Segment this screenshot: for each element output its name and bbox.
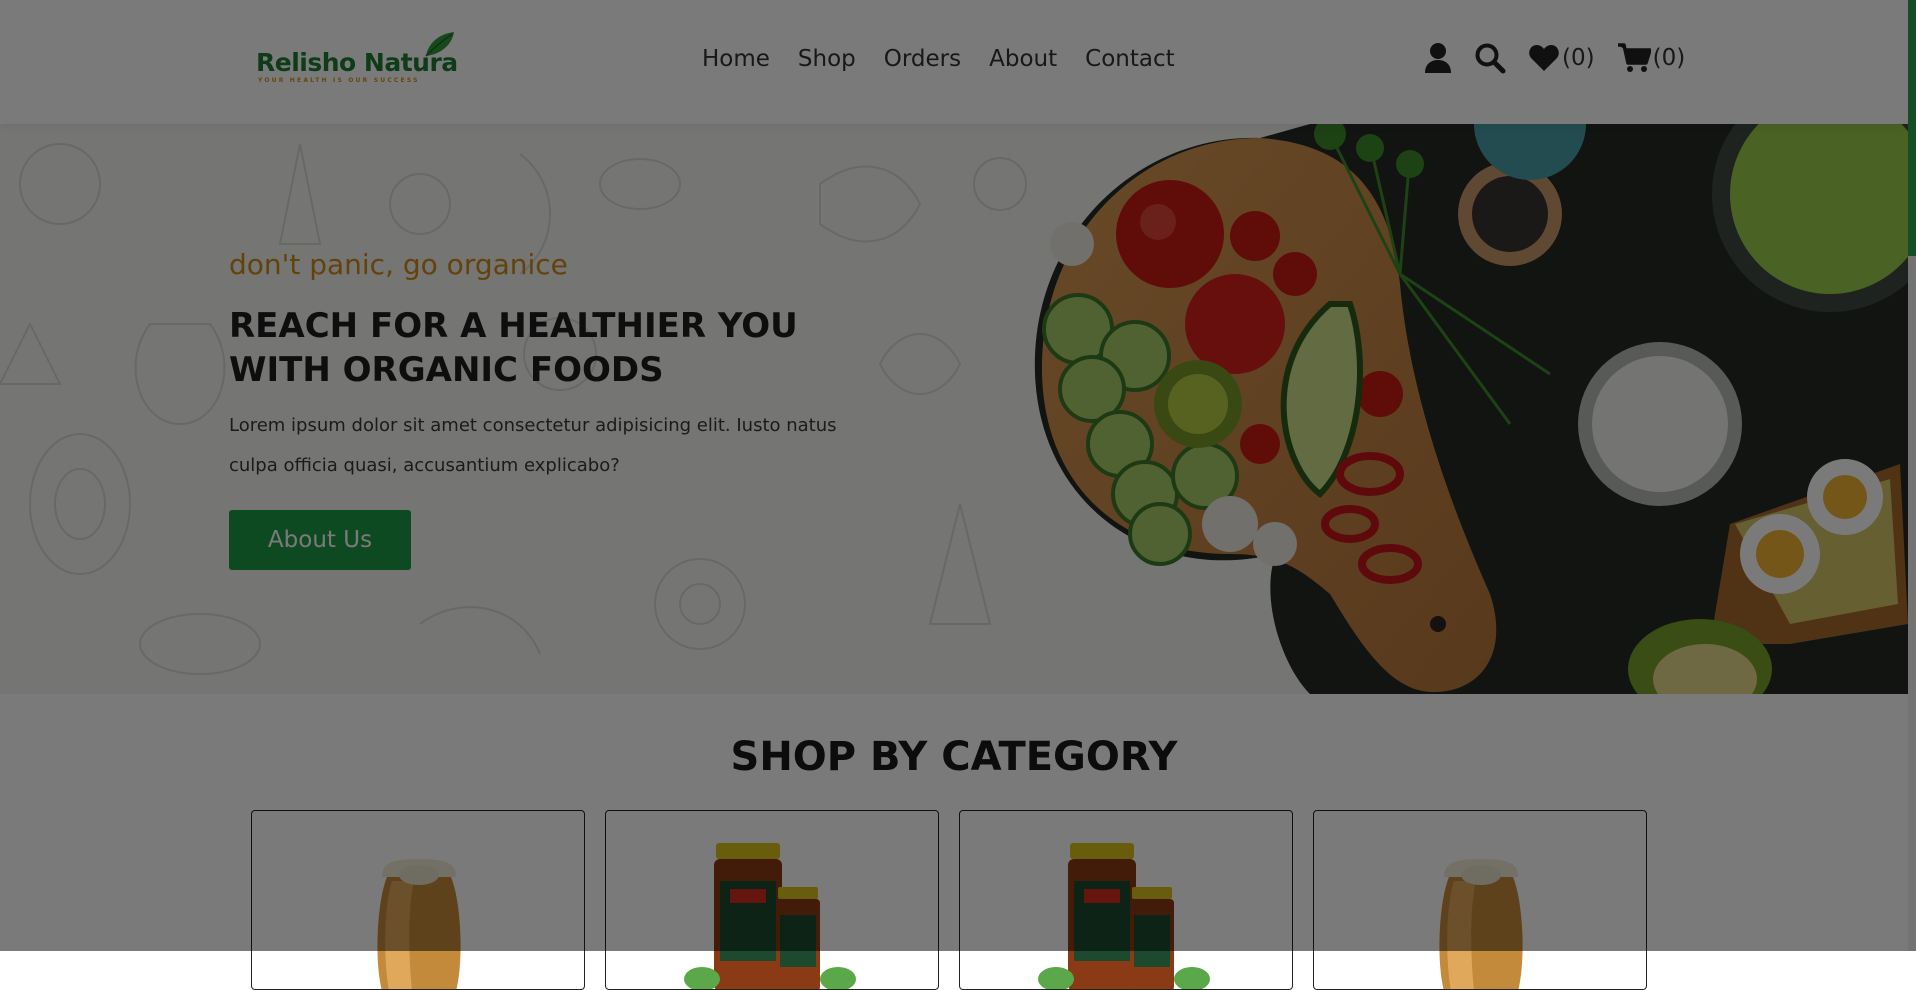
hero-headline-line1: REACH FOR A HEALTHIER YOU [229, 306, 798, 346]
search-icon [1475, 43, 1506, 74]
about-us-button[interactable]: About Us [229, 510, 411, 570]
cart-icon [1617, 43, 1651, 72]
category-card-3[interactable] [959, 810, 1293, 990]
nav-about[interactable]: About [989, 46, 1057, 72]
leaf-icon [425, 32, 454, 57]
nav-home[interactable]: Home [702, 46, 770, 72]
hero-headline: REACH FOR A HEALTHIER YOU WITH ORGANIC FO… [229, 304, 869, 392]
brand-logo[interactable]: Relisho Natura YOUR HEALTH IS OUR SUCCES… [256, 30, 458, 90]
cart-button[interactable]: (0) [1617, 42, 1686, 74]
site-header: Relisho Natura YOUR HEALTH IS OUR SUCCES… [0, 0, 1908, 124]
nav-shop[interactable]: Shop [798, 46, 856, 72]
hero-food-image [1034, 124, 1908, 694]
nav-orders[interactable]: Orders [884, 46, 961, 72]
honey-jar-image [377, 859, 461, 989]
brand-tagline: YOUR HEALTH IS OUR SUCCESS [258, 77, 420, 84]
hero-section: don't panic, go organice REACH FOR A HEA… [0, 124, 1908, 694]
honey-jar-image [1439, 859, 1523, 989]
account-button[interactable] [1424, 42, 1452, 74]
category-card-2[interactable] [605, 810, 939, 990]
main-nav: Home Shop Orders About Contact [702, 46, 1175, 72]
search-button[interactable] [1474, 42, 1506, 74]
page-scrollbar-thumb[interactable] [1908, 0, 1916, 256]
header-icons: (0) (0) [1424, 42, 1685, 74]
cart-count: (0) [1652, 45, 1686, 71]
nav-contact[interactable]: Contact [1085, 46, 1174, 72]
pickle-jars-image [1038, 843, 1210, 989]
wishlist-button[interactable]: (0) [1528, 44, 1595, 72]
hero-description: Lorem ipsum dolor sit amet consectetur a… [229, 415, 837, 476]
pickle-jars-image [684, 843, 856, 989]
wishlist-count: (0) [1562, 45, 1595, 71]
heart-icon [1529, 45, 1559, 71]
category-section-title: SHOP BY CATEGORY [730, 734, 1178, 780]
user-icon [1425, 43, 1451, 73]
category-card-1[interactable] [251, 810, 585, 990]
category-card-4[interactable] [1313, 810, 1647, 990]
category-cards [251, 810, 1647, 990]
hero-tagline: don't panic, go organice [229, 248, 568, 281]
hero-headline-line2: WITH ORGANIC FOODS [229, 350, 664, 390]
